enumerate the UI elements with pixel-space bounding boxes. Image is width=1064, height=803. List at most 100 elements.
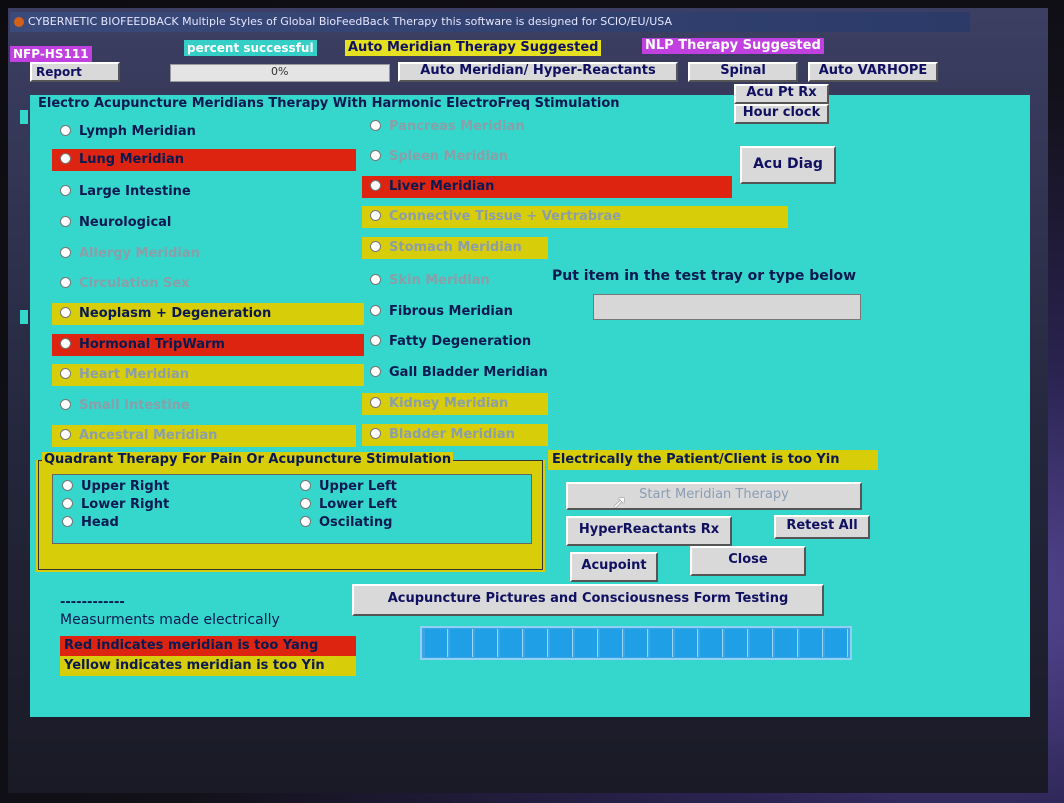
retest-all-button[interactable]: Retest All xyxy=(774,515,870,539)
start-meridian-therapy-button[interactable]: Start Meridian Therapy xyxy=(566,482,862,510)
hour-clock-button[interactable]: Hour clock xyxy=(734,104,829,124)
meridian-option[interactable]: Hormonal TripWarm xyxy=(52,334,364,356)
meridian-option[interactable]: Fibrous Meridian xyxy=(362,301,542,323)
percent-value: 0% xyxy=(271,65,289,78)
radio-icon xyxy=(370,150,381,161)
progress-segment xyxy=(600,629,623,657)
quadrant-option-oscilating[interactable]: Oscilating xyxy=(292,514,392,532)
quadrant-option-upper-left[interactable]: Upper Left xyxy=(292,478,397,496)
app-icon xyxy=(14,17,24,27)
panel-title: Electro Acupuncture Meridians Therapy Wi… xyxy=(38,96,620,111)
radio-icon xyxy=(370,241,381,252)
acu-diag-button[interactable]: Acu Diag xyxy=(740,146,836,184)
meridian-option[interactable]: Liver Meridian xyxy=(362,176,732,198)
legend-dashes: ------------ xyxy=(60,595,125,610)
meridian-option[interactable]: Connective Tissue + Vertrabrae xyxy=(362,206,788,228)
progress-segment xyxy=(825,629,848,657)
test-prompt: Put item in the test tray or type below xyxy=(552,268,857,284)
meridian-option[interactable]: Neoplasm + Degeneration xyxy=(52,303,364,325)
meridian-option[interactable]: Circulation Sex xyxy=(52,273,352,295)
nlp-suggested-label: NLP Therapy Suggested xyxy=(642,38,824,54)
progress-segment xyxy=(425,629,448,657)
nfp-label: NFP-HS111 xyxy=(10,46,92,62)
radio-icon xyxy=(300,516,311,527)
meridian-option[interactable]: Lymph Meridian xyxy=(52,121,352,143)
progress-segment xyxy=(475,629,498,657)
radio-icon xyxy=(60,185,71,196)
meridian-option[interactable]: Heart Meridian xyxy=(52,364,364,386)
meridian-option[interactable]: Bladder Meridian xyxy=(362,424,548,446)
progress-segment xyxy=(575,629,598,657)
radio-icon xyxy=(62,516,73,527)
percent-value-box: 0% xyxy=(170,64,390,82)
quadrant-option-lower-left[interactable]: Lower Left xyxy=(292,496,397,514)
radio-icon xyxy=(60,399,71,410)
left-edge-marker xyxy=(20,310,28,324)
quadrant-option-lower-right[interactable]: Lower Right xyxy=(54,496,169,514)
radio-icon xyxy=(370,120,381,131)
radio-icon xyxy=(60,216,71,227)
radio-icon xyxy=(370,180,381,191)
window-titlebar: CYBERNETIC BIOFEEDBACK Multiple Styles o… xyxy=(10,12,970,32)
progress-segment xyxy=(500,629,523,657)
radio-icon xyxy=(60,368,71,379)
progress-segment xyxy=(650,629,673,657)
percent-successful-label: percent successful xyxy=(184,40,317,56)
meridian-option[interactable]: Ancestral Meridian xyxy=(52,425,356,447)
auto-meridian-hyper-button[interactable]: Auto Meridian/ Hyper-Reactants xyxy=(398,62,678,82)
radio-icon xyxy=(60,153,71,164)
radio-icon xyxy=(60,338,71,349)
hyperreactants-rx-button[interactable]: HyperReactants Rx xyxy=(566,516,732,546)
radio-icon xyxy=(370,305,381,316)
acu-pt-rx-button[interactable]: Acu Pt Rx xyxy=(734,84,829,104)
radio-icon xyxy=(62,498,73,509)
left-edge-marker xyxy=(20,110,28,124)
radio-icon xyxy=(60,277,71,288)
close-button[interactable]: Close xyxy=(690,546,806,576)
radio-icon xyxy=(62,480,73,491)
progress-bar xyxy=(420,626,852,660)
legend-red: Red indicates meridian is too Yang xyxy=(60,636,356,656)
auto-meridian-suggested-label: Auto Meridian Therapy Suggested xyxy=(345,40,602,56)
meridian-option[interactable]: Pancreas Meridian xyxy=(362,116,612,138)
progress-segment xyxy=(800,629,823,657)
radio-icon xyxy=(370,335,381,346)
progress-segment xyxy=(625,629,648,657)
quadrant-title: Quadrant Therapy For Pain Or Acupuncture… xyxy=(42,452,454,467)
progress-segment xyxy=(675,629,698,657)
progress-segment xyxy=(700,629,723,657)
radio-icon xyxy=(370,397,381,408)
meridian-option[interactable]: Large Intestine xyxy=(52,181,352,203)
meridian-option[interactable]: Small Intestine xyxy=(52,395,352,417)
meridian-option[interactable]: Spleen Meridian xyxy=(362,146,612,168)
quadrant-option-upper-right[interactable]: Upper Right xyxy=(54,478,169,496)
progress-segment xyxy=(450,629,473,657)
radio-icon xyxy=(60,429,71,440)
meridian-option[interactable]: Allergy Meridian xyxy=(52,243,352,265)
meridian-option[interactable]: Fatty Degeneration xyxy=(362,331,562,353)
mouse-cursor-icon: ➚ xyxy=(612,492,628,513)
test-input[interactable] xyxy=(593,294,861,320)
progress-segment xyxy=(525,629,548,657)
radio-icon xyxy=(370,274,381,285)
meridian-option[interactable]: Neurological xyxy=(52,212,352,234)
acupoint-button[interactable]: Acupoint xyxy=(570,552,658,582)
meridian-option[interactable]: Lung Meridian xyxy=(52,149,356,171)
spinal-button[interactable]: Spinal xyxy=(688,62,798,82)
window-title: CYBERNETIC BIOFEEDBACK Multiple Styles o… xyxy=(28,15,672,28)
acupuncture-pictures-button[interactable]: Acupuncture Pictures and Consciousness F… xyxy=(352,584,824,616)
yin-status: Electrically the Patient/Client is too Y… xyxy=(548,450,878,470)
auto-varhope-button[interactable]: Auto VARHOPE xyxy=(808,62,938,82)
meridian-option[interactable]: Gall Bladder Meridian xyxy=(362,362,582,384)
radio-icon xyxy=(60,125,71,136)
progress-segment xyxy=(725,629,748,657)
radio-icon xyxy=(370,366,381,377)
legend-measurements: Measurments made electrically xyxy=(60,612,280,628)
report-tab[interactable]: Report xyxy=(30,62,120,82)
quadrant-option-head[interactable]: Head xyxy=(54,514,119,532)
radio-icon xyxy=(370,428,381,439)
meridian-option[interactable]: Kidney Meridian xyxy=(362,393,548,415)
radio-icon xyxy=(300,480,311,491)
meridian-option[interactable]: Skin Meridian xyxy=(362,270,542,292)
meridian-option[interactable]: Stomach Meridian xyxy=(362,237,548,259)
